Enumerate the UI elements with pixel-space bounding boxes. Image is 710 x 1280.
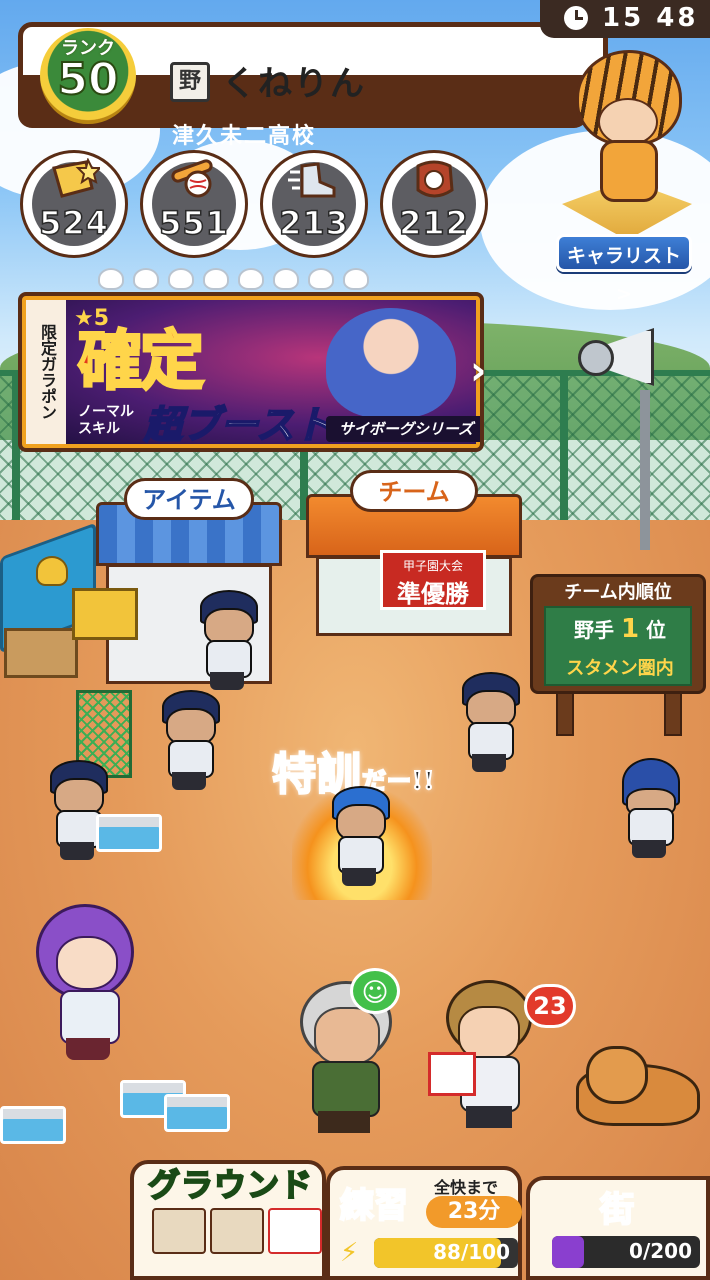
shop-crates xyxy=(72,588,138,640)
ball-crate xyxy=(0,1106,66,1144)
speaker-pole xyxy=(640,390,650,550)
board-status: スタメン圏内 xyxy=(566,658,674,679)
practice-time-left: 23分 xyxy=(426,1196,522,1228)
desk xyxy=(4,628,78,678)
megaphone-icon[interactable] xyxy=(574,320,654,390)
banner-series-label: サイボーグシリーズ xyxy=(326,416,480,442)
banner-skill-label: ノーマル スキル xyxy=(78,404,134,437)
tournament-name: 甲子園大会 xyxy=(402,559,463,573)
rank-badge[interactable]: ランク 50 xyxy=(40,28,136,124)
nav-town[interactable]: 街 0/200 xyxy=(526,1176,710,1280)
clock-icon xyxy=(564,6,588,30)
banner-boost-label: 超ブースト xyxy=(143,402,333,448)
player-character[interactable] xyxy=(156,690,222,790)
gift-slot-icon[interactable] xyxy=(268,1208,322,1254)
stat-value: 213 xyxy=(278,203,349,243)
mascot-body xyxy=(600,140,658,202)
manager-character[interactable] xyxy=(14,900,144,1060)
player-name: くねりん xyxy=(222,64,366,104)
ground-slots xyxy=(152,1208,322,1254)
rank-value: 50 xyxy=(56,53,119,106)
practice-until-label: 全快まで xyxy=(434,1178,499,1197)
character-list-button[interactable]: キャラリスト > xyxy=(556,234,692,305)
banner-background: 限定ガラポン ★5 確定 ノーマル スキル 超ブースト サイボーグシリーズ xyxy=(26,300,480,448)
stat-value: 524 xyxy=(38,203,109,243)
bird-icon xyxy=(273,268,299,290)
board-rank-row: 野手 1 位 xyxy=(550,614,690,644)
card-slot-icon[interactable] xyxy=(210,1208,264,1254)
board-rank-number: 1 xyxy=(620,614,640,644)
banner-side-label: 限定ガラポン xyxy=(26,300,66,444)
scout-character[interactable] xyxy=(428,980,538,1130)
batting-icon xyxy=(52,158,100,198)
town-progress-bar: 0/200 xyxy=(552,1236,700,1268)
stat-batting[interactable]: 524 xyxy=(20,150,128,258)
dog-character[interactable] xyxy=(576,1046,700,1126)
bird-icon xyxy=(168,268,194,290)
bird-icon xyxy=(343,268,369,290)
tournament-result: 準優勝 xyxy=(397,580,469,608)
nav-ground[interactable]: グラウンド xyxy=(130,1160,326,1280)
board-position: 野手 xyxy=(573,618,614,642)
ball-crate xyxy=(164,1094,230,1132)
team-rank-board[interactable]: チーム内順位 野手 1 位 スタメン圏内 xyxy=(530,574,706,736)
practice-count: 88/100 xyxy=(433,1240,510,1264)
bird-icon xyxy=(133,268,159,290)
board-leg xyxy=(664,692,682,736)
power-icon xyxy=(171,159,213,198)
school-name: 津久未二高校 xyxy=(172,124,317,149)
gift-icon xyxy=(428,1052,476,1096)
notification-badge: 23 xyxy=(524,984,576,1028)
practice-stamina-bar: 88/100 xyxy=(374,1238,518,1268)
banner-next-arrow[interactable]: › xyxy=(470,348,486,394)
player-character[interactable] xyxy=(616,758,682,858)
cyborg-character xyxy=(326,308,456,418)
player-character[interactable] xyxy=(456,672,522,772)
stat-defense[interactable]: 212 xyxy=(380,150,488,258)
board-panel: 野手 1 位 スタメン圏内 xyxy=(544,606,692,686)
team-shop-sign: チーム xyxy=(350,470,478,512)
town-count: 0/200 xyxy=(629,1239,692,1263)
position-icon: 野 xyxy=(170,62,210,102)
clock-time: 15 48 xyxy=(602,3,699,33)
bird-row xyxy=(98,268,408,294)
clock: 15 48 xyxy=(540,0,710,38)
nav-practice[interactable]: 練習 全快まで 23分 ⚡ 88/100 xyxy=(326,1166,522,1280)
kettle-icon xyxy=(36,556,68,586)
stat-power[interactable]: 551 xyxy=(140,150,248,258)
smile-icon[interactable]: ☺ xyxy=(350,968,400,1014)
mascot-face xyxy=(598,98,658,146)
bird-icon xyxy=(238,268,264,290)
stat-value: 212 xyxy=(398,203,469,243)
board-rank-suffix: 位 xyxy=(646,618,667,642)
board-leg xyxy=(556,692,574,736)
banner-title: 確定 xyxy=(77,323,206,401)
mascot-character[interactable] xyxy=(560,50,692,240)
gacha-banner[interactable]: 限定ガラポン ★5 確定 ノーマル スキル 超ブースト サイボーグシリーズ xyxy=(18,292,484,452)
training-player[interactable] xyxy=(326,786,392,886)
bird-icon xyxy=(203,268,229,290)
town-title: 街 xyxy=(599,1189,635,1231)
tournament-result-banner: 甲子園大会 準優勝 xyxy=(380,550,486,610)
glove-icon xyxy=(416,160,454,198)
stamina-icon: ⚡ xyxy=(340,1238,359,1268)
stat-speed[interactable]: 213 xyxy=(260,150,368,258)
item-shop-sign: アイテム xyxy=(124,478,254,520)
board-title: チーム内順位 xyxy=(564,582,672,603)
stat-value: 551 xyxy=(158,203,229,243)
nav-ground-label: グラウンド xyxy=(147,1165,314,1205)
glove-slot-icon[interactable] xyxy=(152,1208,206,1254)
speed-icon xyxy=(288,162,336,198)
player-character[interactable] xyxy=(194,590,260,690)
bird-icon xyxy=(98,268,124,290)
practice-title: 練習 xyxy=(339,1185,409,1227)
bird-icon xyxy=(308,268,334,290)
ball-crate xyxy=(96,814,162,852)
